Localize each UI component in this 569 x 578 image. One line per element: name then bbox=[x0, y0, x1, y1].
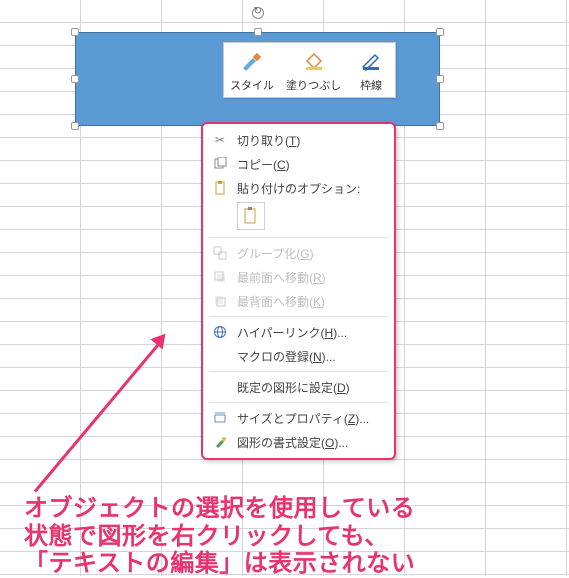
blank-icon bbox=[209, 378, 231, 396]
menu-set-default[interactable]: 既定の図形に設定(D) bbox=[203, 375, 394, 399]
style-button[interactable]: スタイル bbox=[224, 43, 280, 97]
send-back-icon bbox=[209, 292, 231, 310]
menu-format-shape-label: 図形の書式設定(O)... bbox=[237, 434, 348, 451]
group-icon bbox=[209, 244, 231, 262]
bucket-icon bbox=[300, 49, 328, 73]
clipboard-icon bbox=[209, 179, 231, 197]
mini-toolbar: スタイル 塗りつぶし 枠線 bbox=[223, 42, 396, 98]
paste-options-row bbox=[203, 200, 394, 234]
scissors-icon: ✂ bbox=[209, 131, 231, 149]
menu-separator bbox=[209, 316, 388, 317]
paintbrush-icon bbox=[238, 49, 266, 73]
resize-handle[interactable] bbox=[436, 28, 444, 36]
menu-paste-options: 貼り付けのオプション: bbox=[203, 176, 394, 200]
resize-handle[interactable] bbox=[436, 75, 444, 83]
menu-paste-options-label: 貼り付けのオプション: bbox=[237, 180, 360, 197]
caption-line: オブジェクトの選択を使用している bbox=[24, 495, 415, 523]
menu-group-label: グループ化(G) bbox=[237, 245, 314, 262]
globe-icon bbox=[209, 323, 231, 341]
size-icon bbox=[209, 409, 231, 427]
blank-icon bbox=[209, 347, 231, 365]
bring-front-icon bbox=[209, 268, 231, 286]
menu-format-shape[interactable]: 図形の書式設定(O)... bbox=[203, 430, 394, 454]
caption-line: 状態で図形を右クリックしても、 bbox=[24, 523, 415, 551]
menu-send-back: 最背面へ移動(K) bbox=[203, 289, 394, 313]
resize-handle[interactable] bbox=[436, 122, 444, 130]
resize-handle[interactable] bbox=[71, 75, 79, 83]
menu-group: グループ化(G) bbox=[203, 241, 394, 265]
resize-handle[interactable] bbox=[254, 28, 262, 36]
menu-set-default-label: 既定の図形に設定(D) bbox=[237, 379, 350, 396]
menu-send-back-label: 最背面へ移動(K) bbox=[237, 293, 325, 310]
menu-assign-macro[interactable]: マクロの登録(N)... bbox=[203, 344, 394, 368]
menu-assign-macro-label: マクロの登録(N)... bbox=[237, 348, 336, 365]
fill-button[interactable]: 塗りつぶし bbox=[280, 43, 347, 97]
format-shape-icon bbox=[209, 433, 231, 451]
resize-handle[interactable] bbox=[71, 122, 79, 130]
resize-handle[interactable] bbox=[71, 28, 79, 36]
menu-separator bbox=[209, 371, 388, 372]
menu-cut[interactable]: ✂ 切り取り(T) bbox=[203, 128, 394, 152]
menu-separator bbox=[209, 237, 388, 238]
style-label: スタイル bbox=[230, 77, 274, 93]
pen-icon bbox=[357, 49, 385, 73]
caption-line: 「テキストの編集」は表示されない bbox=[24, 550, 415, 578]
context-menu: ✂ 切り取り(T) コピー(C) 貼り付けのオプション: グループ化(G) 最前… bbox=[201, 122, 396, 460]
menu-hyperlink-label: ハイパーリンク(H)... bbox=[237, 324, 347, 341]
menu-size-props[interactable]: サイズとプロパティ(Z)... bbox=[203, 406, 394, 430]
outline-button[interactable]: 枠線 bbox=[347, 43, 395, 97]
fill-label: 塗りつぶし bbox=[286, 77, 341, 93]
menu-copy[interactable]: コピー(C) bbox=[203, 152, 394, 176]
menu-hyperlink[interactable]: ハイパーリンク(H)... bbox=[203, 320, 394, 344]
menu-bring-front: 最前面へ移動(R) bbox=[203, 265, 394, 289]
copy-icon bbox=[209, 155, 231, 173]
menu-size-props-label: サイズとプロパティ(Z)... bbox=[237, 410, 369, 427]
clipboard-icon bbox=[242, 207, 260, 225]
outline-label: 枠線 bbox=[360, 77, 382, 93]
paste-default-button[interactable] bbox=[237, 202, 265, 230]
menu-separator bbox=[209, 402, 388, 403]
menu-copy-label: コピー(C) bbox=[237, 156, 290, 173]
menu-cut-label: 切り取り(T) bbox=[237, 132, 300, 149]
menu-bring-front-label: 最前面へ移動(R) bbox=[237, 269, 326, 286]
rotate-handle[interactable] bbox=[252, 7, 264, 19]
annotation-caption: オブジェクトの選択を使用している 状態で図形を右クリックしても、 「テキストの編… bbox=[24, 495, 415, 578]
